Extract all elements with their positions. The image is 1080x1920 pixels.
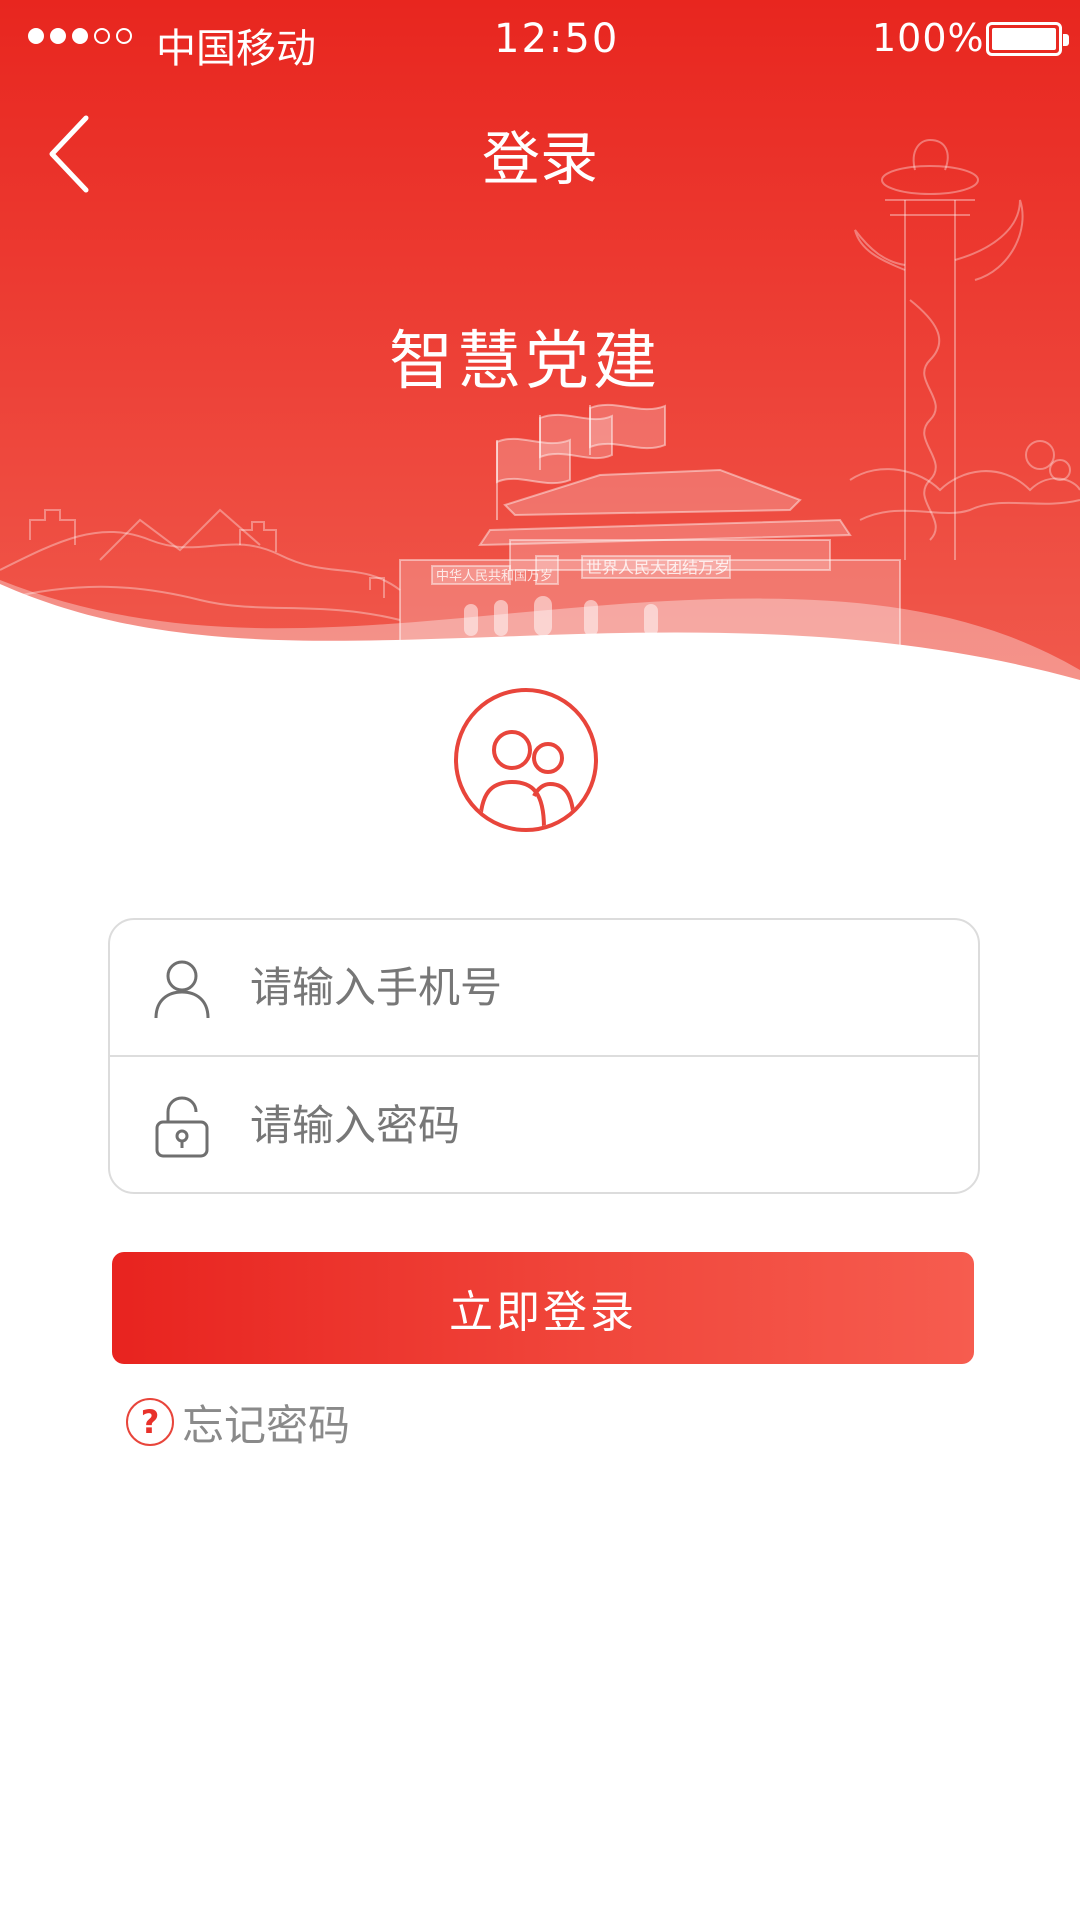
- avatar: [454, 688, 598, 832]
- forgot-password-link[interactable]: ? 忘记密码: [126, 1392, 350, 1452]
- phone-field-row: [110, 920, 978, 1057]
- status-time: 12:50: [494, 16, 620, 62]
- battery-icon: [986, 22, 1069, 56]
- page-title: 登录: [481, 125, 598, 193]
- status-bar: 中国移动 12:50 100%: [0, 0, 1080, 80]
- user-icon: [154, 960, 210, 1018]
- password-field-row: [110, 1057, 978, 1194]
- forgot-password-label: 忘记密码: [182, 1400, 351, 1450]
- password-input[interactable]: [250, 1085, 930, 1166]
- hero-wave: [0, 580, 1080, 690]
- signal-strength-icon: [28, 28, 132, 44]
- lock-icon: [155, 1095, 209, 1157]
- carrier-name: 中国移动: [156, 26, 316, 72]
- battery-percentage: 100%: [872, 16, 985, 60]
- phone-input[interactable]: [250, 947, 930, 1028]
- users-group-icon: [478, 730, 576, 828]
- login-button[interactable]: 立即登录: [112, 1252, 974, 1364]
- question-circle-icon: ?: [126, 1398, 174, 1446]
- login-form: [108, 918, 980, 1194]
- hero-header: 中华人民共和国万岁 世界人民大团结万岁 中国移动 12:50 100% 登录 智…: [0, 0, 1080, 690]
- app-name: 智慧党建: [389, 325, 661, 399]
